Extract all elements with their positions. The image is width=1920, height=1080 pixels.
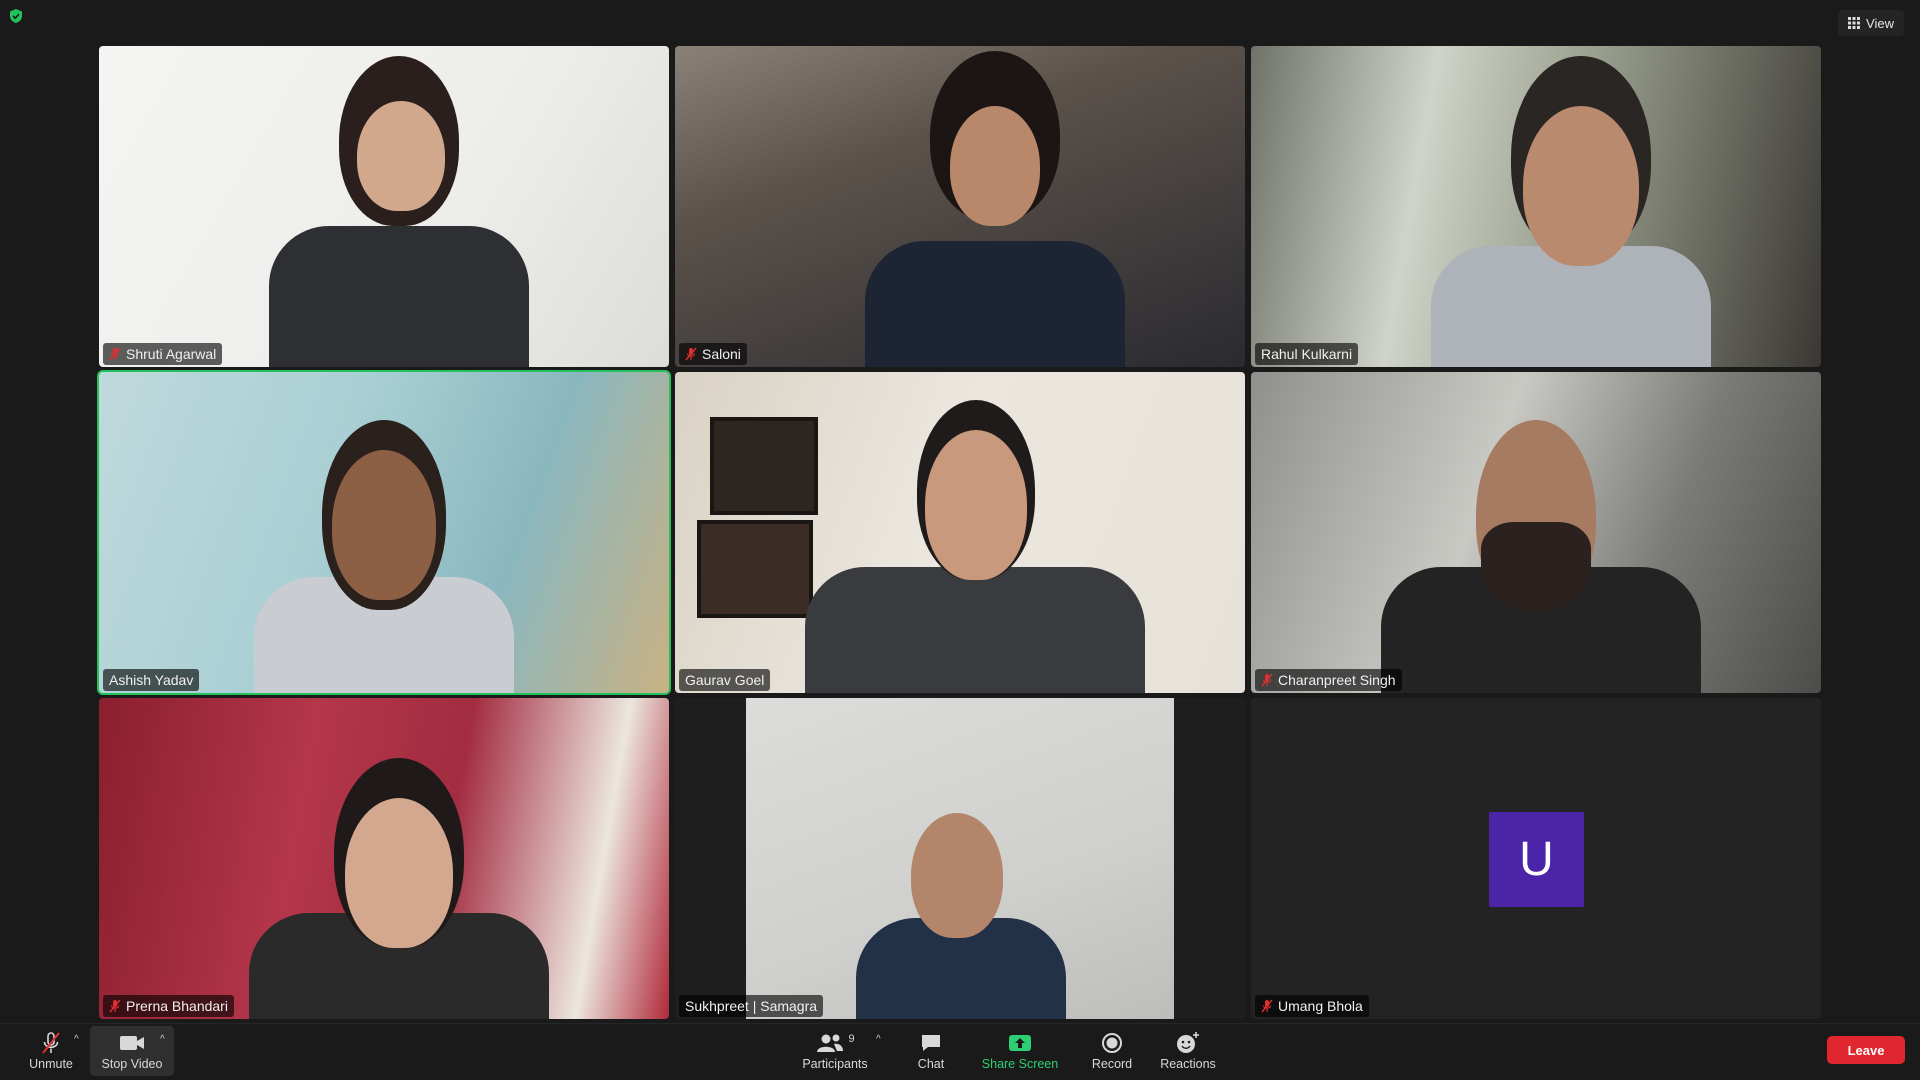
leave-label: Leave <box>1847 1042 1885 1058</box>
participant-name-tag: Saloni <box>679 343 747 365</box>
chat-icon <box>922 1035 940 1051</box>
leave-button[interactable]: Leave <box>1827 1036 1905 1064</box>
muted-mic-icon <box>109 347 121 361</box>
participant-name-tag: Ashish Yadav <box>103 669 200 691</box>
participant-tile[interactable]: Charanpreet Singh <box>1251 372 1821 693</box>
video-feed <box>675 372 1245 693</box>
avatar: U <box>1489 811 1584 907</box>
chat-label: Chat <box>917 1057 945 1071</box>
share-screen-button[interactable]: Share Screen <box>972 1026 1068 1076</box>
participants-button[interactable]: 9 Participants <box>790 1026 880 1076</box>
participant-name-tag: Rahul Kulkarni <box>1255 343 1359 365</box>
participant-tile[interactable]: U Umang Bhola <box>1251 698 1821 1019</box>
video-feed <box>675 698 1245 1019</box>
record-icon <box>1102 1033 1122 1053</box>
video-options-caret[interactable]: ^ <box>160 1034 165 1045</box>
participants-count-badge: 9 <box>848 1033 855 1045</box>
video-feed <box>99 372 669 693</box>
view-button[interactable]: View <box>1838 10 1904 36</box>
participants-label: Participants <box>802 1057 868 1071</box>
participant-tile[interactable]: Sukhpreet | Samagra <box>675 698 1245 1019</box>
chat-button[interactable]: Chat <box>904 1026 958 1076</box>
video-feed <box>675 46 1245 367</box>
video-camera-icon <box>120 1036 144 1050</box>
participant-name-tag: Sukhpreet | Samagra <box>679 995 824 1017</box>
unmute-button[interactable]: Unmute <box>20 1026 82 1076</box>
muted-mic-icon <box>685 347 697 361</box>
muted-mic-icon <box>1261 673 1273 687</box>
participant-name: Umang Bhola <box>1278 998 1363 1014</box>
participant-tile[interactable]: Rahul Kulkarni <box>1251 46 1821 367</box>
participant-tile[interactable]: Saloni <box>675 46 1245 367</box>
muted-mic-icon <box>109 999 121 1013</box>
participant-name-tag: Gaurav Goel <box>679 669 771 691</box>
participant-tile-active-speaker[interactable]: Ashish Yadav <box>97 370 671 695</box>
video-gallery: Shruti Agarwal Saloni Rahul Kulkarni Ash… <box>97 46 1821 1019</box>
participant-name-tag: Charanpreet Singh <box>1255 669 1402 691</box>
video-feed <box>1251 372 1821 693</box>
participant-tile[interactable]: Shruti Agarwal <box>99 46 669 367</box>
participant-tile[interactable]: Prerna Bhandari <box>99 698 669 1019</box>
view-label: View <box>1866 15 1894 31</box>
participant-name: Ashish Yadav <box>109 672 194 688</box>
record-label: Record <box>1091 1057 1133 1071</box>
participant-name: Sukhpreet | Samagra <box>685 998 818 1014</box>
participant-tile[interactable]: Gaurav Goel <box>675 372 1245 693</box>
video-feed <box>1251 46 1821 367</box>
reactions-label: Reactions <box>1160 1057 1216 1071</box>
audio-options-caret[interactable]: ^ <box>74 1034 79 1045</box>
video-feed <box>99 46 669 367</box>
participant-name: Saloni <box>702 346 741 362</box>
participants-icon <box>817 1034 844 1052</box>
participant-name-tag: Prerna Bhandari <box>103 995 234 1017</box>
reactions-smiley-icon <box>1177 1032 1199 1053</box>
participant-name: Gaurav Goel <box>685 672 765 688</box>
unmute-label: Unmute <box>29 1057 73 1071</box>
participant-name: Charanpreet Singh <box>1278 672 1396 688</box>
participant-name: Prerna Bhandari <box>126 998 228 1014</box>
meeting-toolbar: Unmute ^ Stop Video ^ 9 Participants ^ C… <box>0 1023 1920 1080</box>
participants-options-caret[interactable]: ^ <box>876 1034 881 1045</box>
stop-video-label: Stop Video <box>101 1057 163 1071</box>
muted-mic-icon <box>1261 999 1273 1013</box>
record-button[interactable]: Record <box>1082 1026 1142 1076</box>
muted-mic-icon <box>42 1032 60 1054</box>
share-screen-icon <box>1009 1035 1031 1051</box>
participant-name: Shruti Agarwal <box>126 346 217 362</box>
reactions-button[interactable]: Reactions <box>1152 1026 1224 1076</box>
security-shield-icon[interactable] <box>8 8 24 24</box>
participant-name-tag: Umang Bhola <box>1255 995 1369 1017</box>
participant-name-tag: Shruti Agarwal <box>103 343 223 365</box>
grid-view-icon <box>1848 17 1861 29</box>
video-feed <box>99 698 669 1019</box>
participant-name: Rahul Kulkarni <box>1261 346 1353 362</box>
share-screen-label: Share Screen <box>981 1057 1059 1071</box>
video-off-placeholder: U <box>1251 698 1821 1019</box>
